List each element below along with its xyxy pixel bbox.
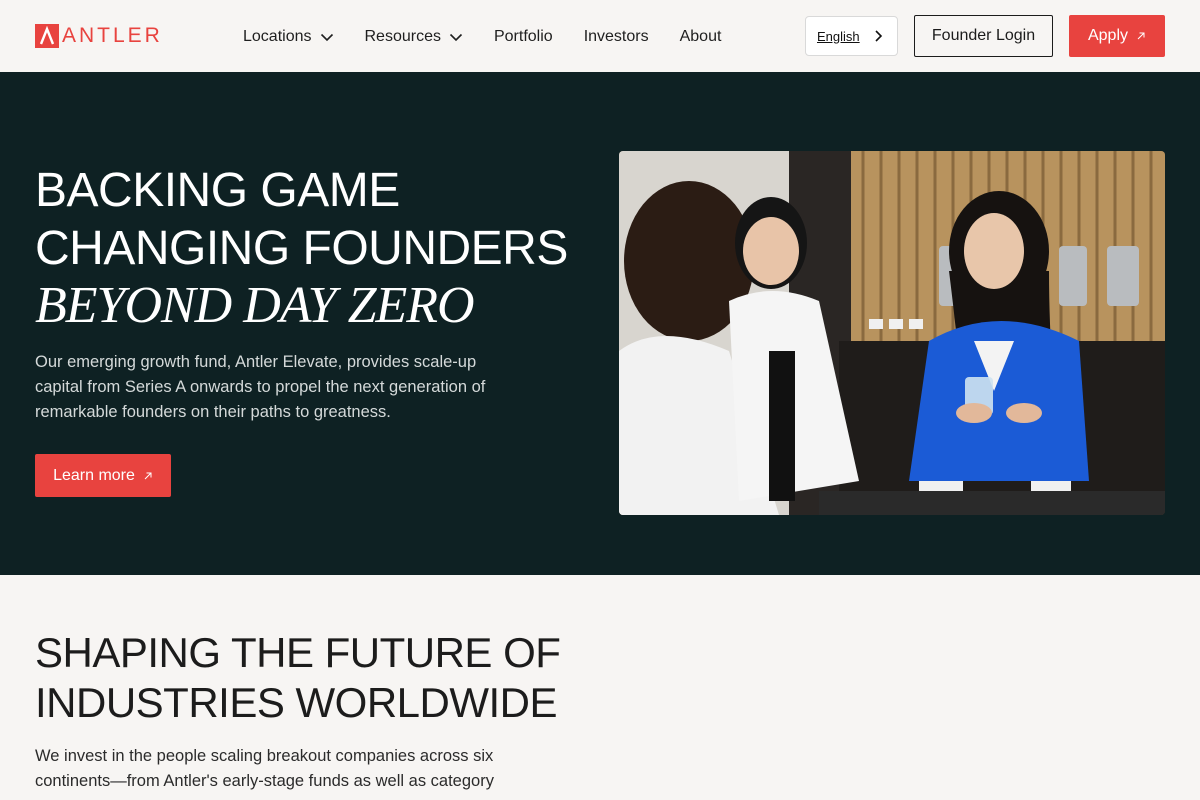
apply-button[interactable]: Apply — [1069, 15, 1165, 57]
language-selector[interactable]: English — [805, 16, 898, 56]
arrow-up-right-icon — [1137, 32, 1145, 40]
chevron-down-icon — [320, 33, 333, 42]
apply-label: Apply — [1087, 27, 1129, 44]
site-header: ANTLER Locations Resources Portfolio Inv… — [0, 0, 1200, 72]
main-nav: Locations Resources Portfolio Investors … — [243, 26, 721, 48]
nav-label: Portfolio — [493, 28, 553, 45]
nav-label: Locations — [243, 28, 312, 45]
logo-text: ANTLER — [62, 24, 163, 47]
hero-description: Our emerging growth fund, Antler Elevate… — [35, 353, 486, 421]
hero-title-line: CHANGING FOUNDERS — [35, 222, 568, 275]
nav-item-locations[interactable]: Locations — [243, 28, 334, 46]
logo-a-mark-icon — [35, 24, 59, 48]
nav-label: Resources — [364, 28, 441, 45]
hero-title-line: BACKING GAME — [35, 164, 400, 217]
nav-item-resources[interactable]: Resources — [365, 28, 463, 46]
learn-more-label: Learn more — [53, 466, 135, 484]
hero-title-italic: BEYOND DAY ZERO — [35, 277, 475, 334]
founder-login-button[interactable]: Founder Login — [914, 15, 1053, 57]
hero-photo — [619, 151, 1165, 515]
nav-item-about[interactable]: About — [680, 28, 722, 46]
learn-more-button[interactable]: Learn more — [35, 454, 171, 497]
chevron-down-icon — [449, 33, 463, 42]
arrow-up-right-icon — [144, 472, 152, 479]
section-title-line: INDUSTRIES WORLDWIDE — [35, 679, 558, 726]
section-title-line: SHAPING THE FUTURE OF — [35, 629, 561, 676]
hero-title: BACKING GAME CHANGING FOUNDERS — [35, 162, 568, 278]
language-label: English — [817, 28, 860, 44]
section-description: We invest in the people scaling breakout… — [35, 747, 494, 790]
founder-login-label: Founder Login — [931, 27, 1036, 44]
section-title: SHAPING THE FUTURE OF INDUSTRIES WORLDWI… — [35, 628, 561, 728]
chevron-right-icon — [875, 30, 883, 42]
nav-item-investors[interactable]: Investors — [584, 28, 649, 46]
hero-section: BACKING GAME CHANGING FOUNDERS BEYOND DA… — [0, 72, 1200, 575]
photo-of-founders-talking-icon — [619, 151, 1165, 515]
nav-label: Investors — [583, 28, 649, 45]
nav-label: About — [679, 28, 722, 45]
nav-item-portfolio[interactable]: Portfolio — [494, 28, 553, 46]
antler-logo[interactable]: ANTLER — [35, 24, 163, 48]
